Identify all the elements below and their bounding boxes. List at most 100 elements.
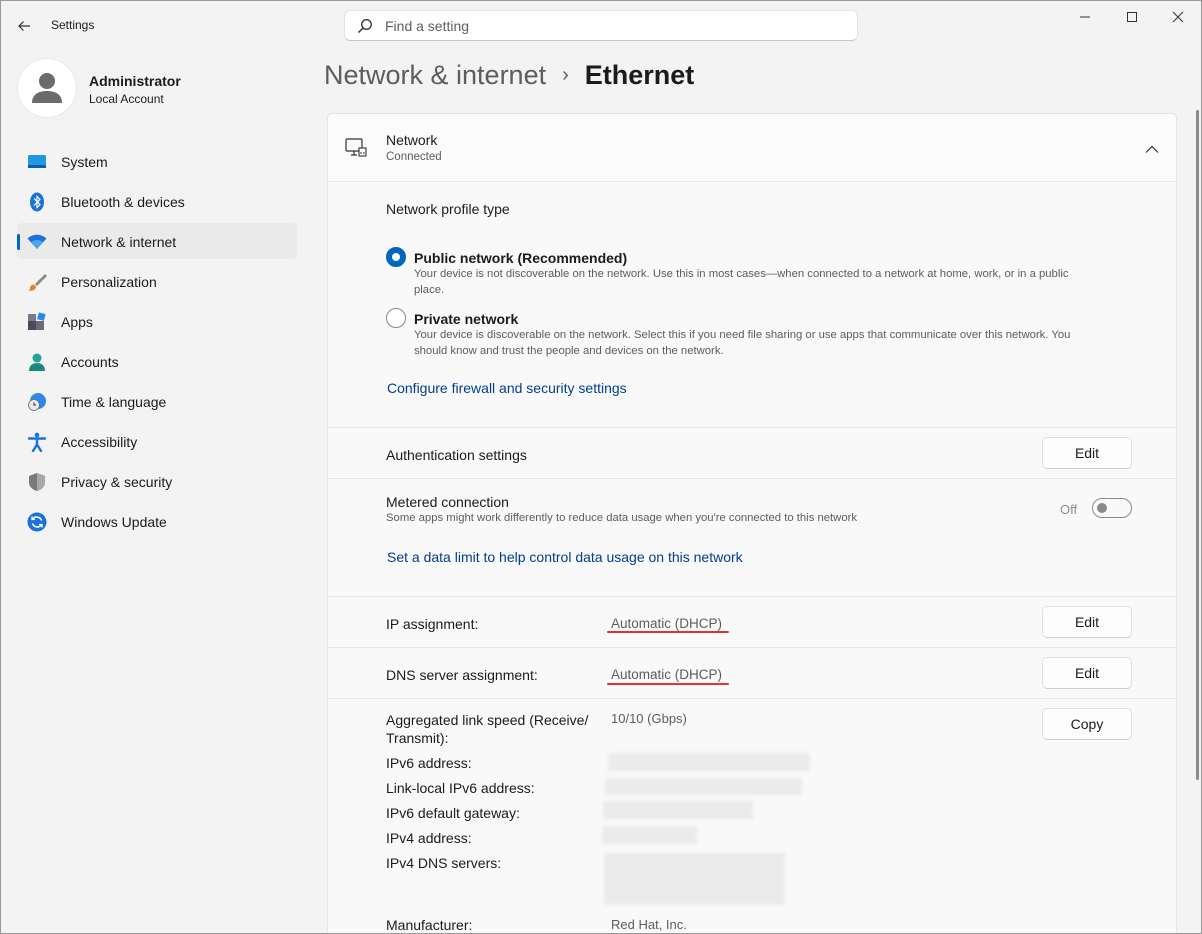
link-speed-value: 10/10 (Gbps) [611, 711, 687, 726]
divider [328, 427, 1176, 428]
authentication-label: Authentication settings [386, 447, 527, 463]
sidebar-item-bluetooth[interactable]: Bluetooth & devices [17, 183, 297, 219]
sidebar-item-accessibility[interactable]: Accessibility [17, 423, 297, 459]
divider [328, 647, 1176, 648]
ipv4-address-label: IPv4 address: [386, 830, 472, 846]
public-network-desc-cont: place. [414, 284, 445, 296]
ip-assignment-value: Automatic (DHCP) [611, 616, 723, 631]
sidebar-item-accounts[interactable]: Accounts [17, 343, 297, 379]
shield-icon [27, 472, 47, 492]
public-network-label: Public network (Recommended) [414, 250, 628, 266]
person-icon [27, 352, 47, 372]
brush-icon [27, 272, 47, 292]
metered-connection-label: Metered connection [386, 494, 509, 510]
metered-toggle-state: Off [1060, 502, 1078, 517]
sidebar-item-label: Accessibility [61, 434, 138, 450]
minimize-button[interactable] [1062, 0, 1108, 34]
divider [328, 478, 1176, 479]
sidebar-item-label: Accounts [61, 354, 119, 370]
back-button[interactable] [10, 12, 38, 40]
sidebar-nav: System Bluetooth & devices Network & int… [17, 143, 297, 543]
close-button[interactable] [1155, 0, 1201, 34]
sidebar-item-label: Bluetooth & devices [61, 194, 185, 210]
dns-assignment-edit-button[interactable]: Edit [1042, 657, 1132, 689]
search-box[interactable] [344, 10, 858, 41]
sidebar-item-network[interactable]: Network & internet [17, 223, 297, 259]
sidebar-item-time-language[interactable]: Time & language [17, 383, 297, 419]
annotation-underline [607, 683, 729, 685]
configure-firewall-link[interactable]: Configure firewall and security settings [387, 380, 627, 396]
ipv4-dns-label: IPv4 DNS servers: [386, 855, 502, 871]
sidebar-item-apps[interactable]: Apps [17, 303, 297, 339]
close-icon [1172, 11, 1184, 23]
redacted-ipv6-address [608, 753, 810, 771]
profile-account-type: Local Account [89, 92, 164, 106]
maximize-icon [1127, 12, 1137, 22]
app-title: Settings [51, 18, 95, 32]
manufacturer-label: Manufacturer: [386, 917, 473, 933]
ip-assignment-edit-button[interactable]: Edit [1042, 606, 1132, 638]
sidebar-item-privacy[interactable]: Privacy & security [17, 463, 297, 499]
authentication-edit-button[interactable]: Edit [1042, 437, 1132, 469]
breadcrumb: Network & internet › Ethernet [324, 60, 694, 91]
divider [328, 596, 1176, 597]
ip-assignment-label: IP assignment: [386, 616, 479, 632]
sidebar-item-windows-update[interactable]: Windows Update [17, 503, 297, 539]
dns-assignment-label: DNS server assignment: [386, 667, 538, 683]
profile-type-heading: Network profile type [386, 201, 510, 217]
wifi-icon [27, 232, 47, 252]
redacted-ipv4-address [602, 826, 697, 844]
sidebar-item-personalization[interactable]: Personalization [17, 263, 297, 299]
private-network-label: Private network [414, 311, 519, 327]
link-speed-label-cont: Transmit): [386, 730, 449, 746]
network-status: Connected [386, 151, 442, 163]
update-icon [27, 512, 47, 532]
chevron-right-icon: › [562, 64, 569, 86]
radio-public-network[interactable] [386, 247, 406, 267]
link-local-ipv6-label: Link-local IPv6 address: [386, 780, 535, 796]
divider [328, 698, 1176, 699]
sidebar-item-label: Time & language [61, 394, 167, 410]
ipv6-address-label: IPv6 address: [386, 755, 472, 771]
scrollbar[interactable] [1196, 110, 1199, 780]
page-title: Ethernet [584, 60, 695, 90]
link-speed-label: Aggregated link speed (Receive/ [386, 712, 589, 728]
private-network-desc: Your device is discoverable on the netwo… [414, 329, 1071, 341]
maximize-button[interactable] [1109, 0, 1155, 34]
breadcrumb-parent[interactable]: Network & internet [324, 60, 546, 91]
sidebar-item-label: System [61, 154, 108, 170]
profile-name: Administrator [89, 73, 181, 89]
metered-connection-toggle[interactable] [1092, 498, 1132, 518]
copy-properties-button[interactable]: Copy [1042, 708, 1132, 740]
redacted-link-local-ipv6 [605, 778, 802, 795]
person-icon [32, 73, 62, 103]
sidebar-item-label: Apps [61, 314, 93, 330]
redacted-ipv4-dns [604, 853, 785, 905]
sidebar-item-label: Personalization [61, 274, 157, 290]
search-input[interactable] [385, 17, 825, 34]
network-expander-header[interactable]: Network Connected [328, 114, 1176, 182]
title-bar: Settings [0, 0, 1202, 50]
dns-assignment-value: Automatic (DHCP) [611, 667, 723, 682]
chevron-up-icon[interactable] [1145, 142, 1159, 160]
bluetooth-icon [27, 192, 47, 212]
redacted-ipv6-gateway [603, 801, 753, 819]
sidebar-item-label: Windows Update [61, 514, 167, 530]
ethernet-icon [345, 137, 367, 164]
network-settings-card: Network Connected Network profile type P… [327, 113, 1177, 934]
annotation-underline [607, 631, 729, 633]
data-limit-link[interactable]: Set a data limit to help control data us… [387, 549, 743, 565]
minimize-icon [1080, 16, 1090, 18]
sidebar-item-label: Network & internet [61, 234, 177, 250]
avatar[interactable] [17, 58, 77, 118]
ipv6-gateway-label: IPv6 default gateway: [386, 805, 520, 821]
back-arrow-icon [18, 21, 30, 31]
radio-private-network[interactable] [386, 308, 406, 328]
metered-connection-desc: Some apps might work differently to redu… [386, 512, 858, 524]
system-icon [27, 152, 47, 172]
search-icon [357, 18, 373, 34]
sidebar-item-system[interactable]: System [17, 143, 297, 179]
accessibility-icon [27, 432, 47, 452]
globe-clock-icon [27, 392, 47, 412]
public-network-desc: Your device is not discoverable on the n… [414, 268, 1069, 280]
